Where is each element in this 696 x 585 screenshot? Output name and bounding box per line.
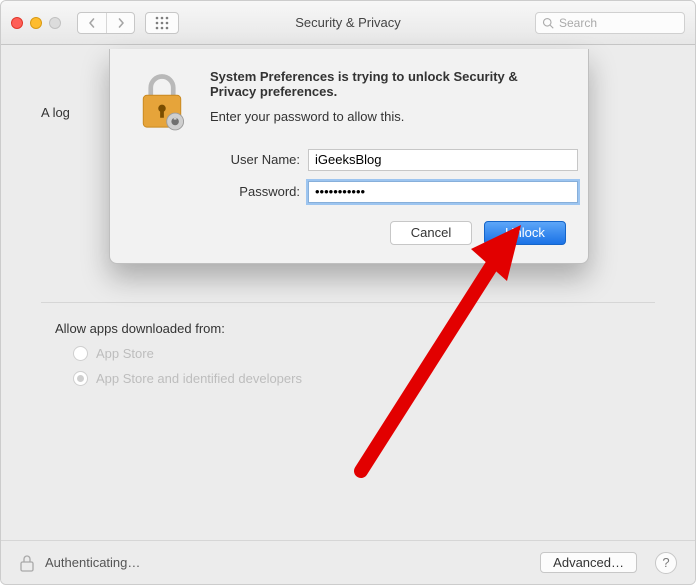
show-all-button[interactable] bbox=[145, 12, 179, 34]
padlock-icon bbox=[132, 69, 192, 135]
unlock-button[interactable]: Unlock bbox=[484, 221, 566, 245]
radio-label: App Store and identified developers bbox=[96, 371, 302, 386]
zoom-window[interactable] bbox=[49, 17, 61, 29]
auth-form: User Name: Password: bbox=[210, 149, 566, 203]
close-window[interactable] bbox=[11, 17, 23, 29]
password-input[interactable] bbox=[308, 181, 578, 203]
traffic-lights bbox=[11, 17, 61, 29]
auth-dialog: System Preferences is trying to unlock S… bbox=[109, 49, 589, 264]
search-placeholder: Search bbox=[559, 16, 597, 30]
dialog-title: System Preferences is trying to unlock S… bbox=[210, 69, 518, 99]
back-button[interactable] bbox=[78, 13, 106, 33]
radio-icon bbox=[73, 371, 88, 386]
username-input[interactable] bbox=[308, 149, 578, 171]
search-field[interactable]: Search bbox=[535, 12, 685, 34]
dialog-text: System Preferences is trying to unlock S… bbox=[210, 69, 566, 135]
titlebar: Security & Privacy Search bbox=[1, 1, 695, 45]
advanced-button[interactable]: Advanced… bbox=[540, 552, 637, 573]
minimize-window[interactable] bbox=[30, 17, 42, 29]
forward-button[interactable] bbox=[106, 13, 134, 33]
cancel-button[interactable]: Cancel bbox=[390, 221, 472, 245]
password-label: Password: bbox=[210, 184, 300, 199]
nav-back-forward bbox=[77, 12, 135, 34]
allow-apps-section: Allow apps downloaded from: App Store Ap… bbox=[13, 303, 683, 386]
dialog-subtitle: Enter your password to allow this. bbox=[210, 109, 566, 124]
radio-label: App Store bbox=[96, 346, 154, 361]
allow-apps-label: Allow apps downloaded from: bbox=[55, 321, 683, 336]
radio-identified-devs: App Store and identified developers bbox=[73, 371, 683, 386]
radio-icon bbox=[73, 346, 88, 361]
help-button[interactable]: ? bbox=[655, 552, 677, 574]
username-label: User Name: bbox=[210, 152, 300, 167]
lock-status: Authenticating… bbox=[45, 555, 140, 570]
footer: Authenticating… Advanced… ? bbox=[1, 540, 695, 584]
radio-appstore: App Store bbox=[73, 346, 683, 361]
prefs-window: Security & Privacy Search A log Allow ap… bbox=[0, 0, 696, 585]
lock-icon[interactable] bbox=[19, 553, 35, 573]
window-title: Security & Privacy bbox=[295, 15, 400, 30]
